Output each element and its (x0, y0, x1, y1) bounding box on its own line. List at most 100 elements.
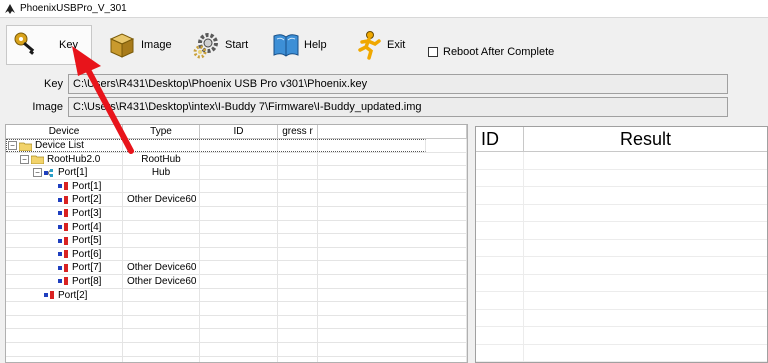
tree-item-label: Port[8] (72, 275, 102, 287)
empty-row (6, 356, 467, 362)
usb-hub-icon (44, 168, 53, 177)
result-empty-row (476, 187, 767, 205)
result-empty-row (476, 222, 767, 240)
tree-item-label: Port[1] (72, 180, 102, 192)
collapse-toggle-icon[interactable]: − (8, 141, 17, 150)
type-cell (123, 247, 200, 261)
result-empty-row (476, 204, 767, 222)
key-field-label: Key (44, 78, 63, 90)
usb-port-icon (44, 291, 54, 300)
empty-row (6, 302, 467, 316)
type-cell: Other Device60 (123, 193, 200, 206)
image-field-label: Image (32, 101, 63, 113)
result-table-header: ID Result (476, 127, 767, 152)
tree-row-port2[interactable]: Port[2] (6, 288, 467, 303)
folder-icon (31, 155, 44, 165)
tree-item-label: Port[2] (72, 194, 102, 206)
key-icon (14, 32, 35, 55)
column-header-extra[interactable] (318, 125, 467, 138)
tree-row-port[interactable]: Port[1] (6, 179, 467, 194)
usb-port-icon (58, 209, 68, 218)
tree-row-port[interactable]: Port[8] Other Device60 (6, 274, 467, 289)
key-path-field[interactable]: C:\Users\R431\Desktop\Phoenix USB Pro v3… (68, 74, 728, 94)
reboot-checkbox-label: Reboot After Complete (443, 46, 555, 58)
tree-row-port1-hub[interactable]: − Port[1] Hub (6, 166, 467, 180)
result-empty-row (476, 309, 767, 327)
tree-item-label: RootHub2.0 (47, 153, 101, 165)
tree-item-label: Device List (35, 140, 84, 151)
tree-row-port[interactable]: Port[3] (6, 206, 467, 221)
result-column-header-result[interactable]: Result (524, 127, 767, 151)
type-cell (123, 234, 200, 247)
column-header-id[interactable]: ID (200, 125, 278, 138)
type-cell (123, 206, 200, 220)
tree-row-port[interactable]: Port[4] (6, 220, 467, 235)
help-book-icon (273, 34, 299, 57)
type-cell (123, 179, 200, 193)
key-button-label: Key (59, 39, 78, 51)
tree-row-port[interactable]: Port[7] Other Device60 (6, 261, 467, 275)
empty-row (6, 329, 467, 343)
result-empty-row (476, 152, 767, 170)
device-tree-table[interactable]: Device Type ID gress r − Device List − R… (5, 124, 468, 363)
reboot-checkbox-box[interactable] (428, 47, 438, 57)
column-header-device[interactable]: Device (6, 125, 123, 138)
reboot-after-complete-checkbox[interactable]: Reboot After Complete (428, 46, 554, 58)
start-button[interactable]: Start (192, 25, 248, 65)
type-cell: Other Device60 (123, 274, 200, 288)
tree-item-label: Port[7] (72, 262, 102, 274)
result-empty-row (476, 327, 767, 345)
toolbar: Key Image Start Help Exit Reboot After C… (0, 19, 768, 69)
title-bar: PhoenixUSBPro_V_301 (0, 0, 768, 18)
type-cell (123, 220, 200, 234)
result-empty-row (476, 274, 767, 292)
result-column-header-id[interactable]: ID (476, 127, 524, 151)
tree-row-port[interactable]: Port[2] Other Device60 (6, 193, 467, 207)
tree-item-label: Port[1] (58, 167, 88, 179)
gears-icon (193, 33, 218, 59)
tree-row-port[interactable]: Port[6] (6, 247, 467, 262)
image-button[interactable]: Image (108, 25, 172, 65)
window-title: PhoenixUSBPro_V_301 (20, 3, 127, 14)
tree-item-label: Port[3] (72, 207, 102, 219)
usb-port-icon (58, 182, 68, 191)
key-button[interactable]: Key (6, 25, 92, 65)
tree-item-label: Port[2] (58, 289, 88, 301)
type-cell (123, 288, 200, 302)
tree-item-label: Port[5] (72, 235, 102, 247)
column-header-type[interactable]: Type (123, 125, 200, 138)
package-box-icon (109, 33, 135, 58)
usb-port-icon (58, 223, 68, 232)
running-man-icon (358, 31, 381, 60)
result-empty-row (476, 292, 767, 310)
result-table[interactable]: ID Result (475, 126, 768, 363)
column-header-progress[interactable]: gress r (278, 125, 318, 138)
tree-item-label: Port[4] (72, 221, 102, 233)
result-empty-row (476, 239, 767, 257)
usb-port-icon (58, 195, 68, 204)
start-button-label: Start (225, 39, 249, 51)
tree-item-label: Port[6] (72, 248, 102, 260)
empty-row (6, 342, 467, 357)
result-empty-row (476, 257, 767, 275)
help-button-label: Help (304, 39, 327, 51)
image-path-field[interactable]: C:\Users\R431\Desktop\intex\I-Buddy 7\Fi… (68, 97, 728, 117)
type-cell: RootHub (123, 152, 200, 166)
type-cell: Other Device60 (123, 261, 200, 274)
phoenix-app-icon (5, 3, 15, 14)
exit-button[interactable]: Exit (355, 25, 405, 65)
tree-row-roothub[interactable]: − RootHub2.0 RootHub (6, 152, 467, 167)
image-button-label: Image (141, 39, 172, 51)
collapse-toggle-icon[interactable]: − (33, 168, 42, 178)
tree-row-port[interactable]: Port[5] (6, 234, 467, 248)
help-button[interactable]: Help (272, 25, 327, 65)
image-field-row: Image C:\Users\R431\Desktop\intex\I-Budd… (0, 96, 768, 118)
result-empty-row (476, 344, 767, 362)
empty-row (6, 315, 467, 330)
type-cell: Hub (123, 166, 200, 179)
exit-button-label: Exit (387, 39, 406, 51)
usb-port-icon (58, 263, 68, 272)
collapse-toggle-icon[interactable]: − (20, 154, 29, 164)
tree-row-device-list[interactable]: − Device List (6, 139, 467, 153)
usb-port-icon (58, 250, 68, 259)
